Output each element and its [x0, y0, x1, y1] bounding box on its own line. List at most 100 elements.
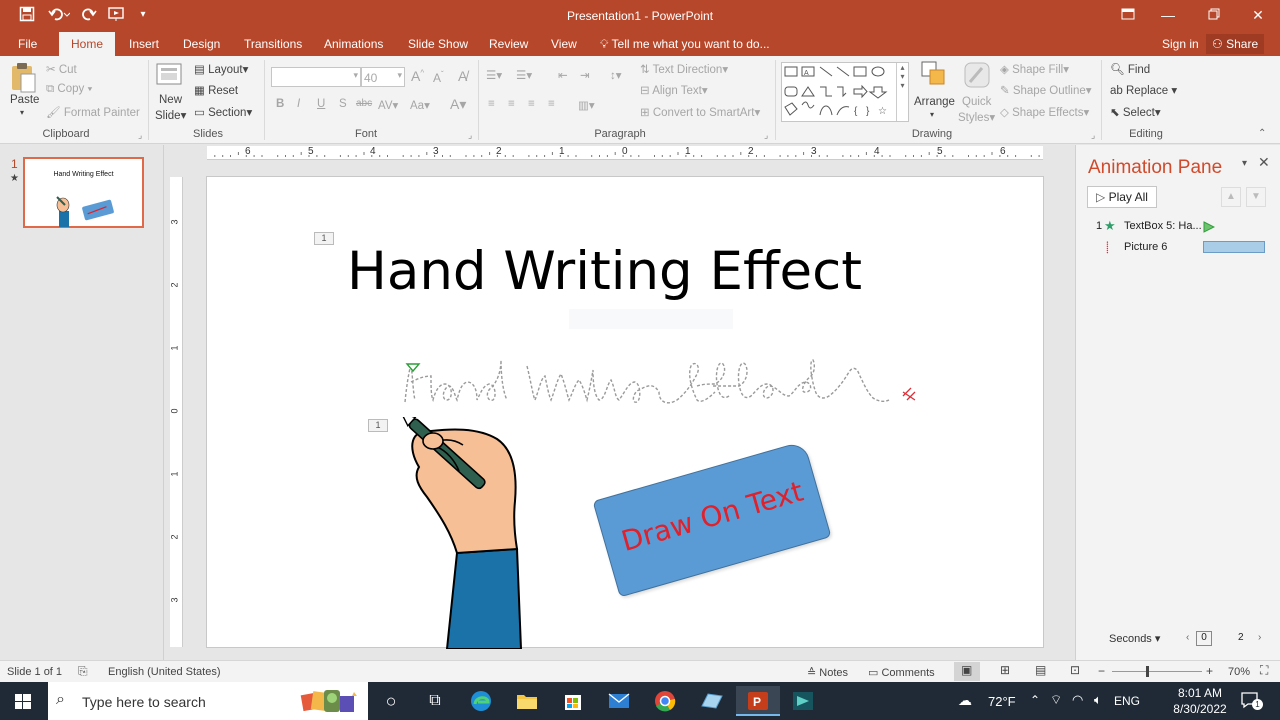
underline-button[interactable]: U	[317, 98, 325, 110]
seconds-dropdown[interactable]: Seconds ▾	[1109, 632, 1160, 645]
slide-title[interactable]: Hand Writing Effect	[347, 237, 862, 307]
section-button[interactable]: ▭ Section▾	[194, 105, 252, 119]
tab-animations[interactable]: Animations	[324, 37, 383, 51]
ribbon-display-options-icon[interactable]	[1108, 4, 1148, 26]
columns-button[interactable]: ▥▾	[578, 98, 595, 112]
mail-icon[interactable]	[604, 686, 634, 716]
slide-thumbnail[interactable]: Hand Writing Effect	[23, 157, 144, 228]
clock-time[interactable]: 8:01 AM	[1172, 686, 1228, 700]
dialog-launcher-icon[interactable]: ⌟	[1091, 130, 1095, 141]
close-icon[interactable]: ✕	[1238, 4, 1278, 26]
reset-button[interactable]: ▦ Reset	[194, 83, 238, 97]
move-up-button[interactable]: ▲	[1221, 187, 1241, 207]
quick-styles-button[interactable]: Quick Styles▾	[958, 60, 996, 124]
zoom-level[interactable]: 70%	[1228, 666, 1250, 678]
grow-font-button[interactable]: A^	[411, 68, 424, 84]
tab-transitions[interactable]: Transitions	[244, 37, 302, 51]
spell-check-icon[interactable]: ⎘	[78, 664, 88, 679]
notes-button[interactable]: ≙ Notes	[807, 666, 848, 679]
dialog-launcher-icon[interactable]: ⌟	[468, 130, 472, 141]
clock-date[interactable]: 8/30/2022	[1170, 702, 1230, 716]
maximize-icon[interactable]	[1194, 4, 1234, 26]
play-all-button[interactable]: ▷ Play All	[1087, 186, 1157, 208]
tab-insert[interactable]: Insert	[129, 37, 159, 51]
font-size-combo[interactable]: 40 ▾	[361, 67, 405, 87]
hand-with-pen-picture[interactable]	[397, 417, 532, 649]
taskbar-search-box[interactable]: ⌕ Type here to search	[48, 682, 368, 720]
network-icon[interactable]: ⌔	[1050, 692, 1062, 708]
tab-home[interactable]: Home	[59, 32, 116, 56]
tab-view[interactable]: View	[551, 37, 577, 51]
arrange-button[interactable]: Arrange ▾	[914, 60, 955, 124]
align-text-button[interactable]: ⊟ Align Text▾	[640, 83, 708, 97]
task-view-icon[interactable]: ⧉	[420, 686, 450, 716]
line-spacing-button[interactable]: ↕▾	[610, 68, 622, 82]
move-down-button[interactable]: ▼	[1246, 187, 1266, 207]
paste-button[interactable]: Paste ▾	[8, 60, 40, 120]
dialog-launcher-icon[interactable]: ⌟	[138, 130, 142, 141]
chrome-icon[interactable]	[650, 686, 680, 716]
zoom-slider-thumb[interactable]	[1146, 666, 1150, 677]
animation-order-tag[interactable]: 1	[314, 232, 334, 245]
reading-view-icon[interactable]: ▤	[1035, 663, 1046, 677]
format-painter-button[interactable]: 🖌︎ Format Painter	[46, 105, 140, 119]
slideshow-view-icon[interactable]: ⊡	[1070, 663, 1080, 677]
bold-button[interactable]: B	[276, 98, 284, 110]
align-right-icon[interactable]: ≡	[528, 98, 535, 110]
text-direction-button[interactable]: ⇅ Text Direction▾	[640, 62, 728, 76]
timing-bar[interactable]	[1203, 241, 1265, 253]
volume-icon[interactable]: 🔈︎	[1094, 692, 1102, 708]
draw-on-text-button[interactable]: Draw On Text	[592, 440, 832, 598]
shapes-gallery[interactable]: A {} ☆ ▴ ▾ ▾	[781, 62, 909, 122]
slide-sorter-icon[interactable]: ⊞	[1000, 663, 1010, 677]
microsoft-store-icon[interactable]	[558, 686, 588, 716]
align-center-icon[interactable]: ≡	[508, 98, 515, 110]
timeline-left-icon[interactable]: ‹	[1186, 632, 1189, 643]
motion-path-handwriting[interactable]	[397, 352, 927, 412]
comments-button[interactable]: ▭ Comments	[868, 666, 935, 679]
notification-center-icon[interactable]: 1	[1240, 690, 1263, 710]
zoom-out-button[interactable]: −	[1098, 664, 1105, 678]
italic-button[interactable]: I	[297, 98, 300, 110]
select-button[interactable]: ⬉ Select▾	[1110, 105, 1161, 119]
justify-icon[interactable]: ≡	[548, 98, 555, 110]
find-button[interactable]: 🔍︎ Find	[1110, 62, 1150, 76]
show-hidden-icons-icon[interactable]: ⌃	[1030, 693, 1040, 707]
language-indicator[interactable]: English (United States)	[108, 666, 221, 678]
fit-to-window-icon[interactable]: ⛶	[1260, 663, 1268, 678]
powerpoint-taskbar-button[interactable]: P	[736, 686, 780, 716]
weather-temp[interactable]: 72°F	[988, 694, 1016, 709]
copy-button[interactable]: ⧉ Copy ▾	[46, 83, 92, 96]
animation-item[interactable]: ⸽ Picture 6	[1076, 238, 1280, 258]
slide[interactable]: 1 Hand Writing Effect 1 Draw On Text	[206, 176, 1044, 649]
windows-start-icon[interactable]	[8, 686, 38, 716]
tab-slide-show[interactable]: Slide Show	[408, 37, 468, 51]
share-button[interactable]: ⚇ Share	[1206, 34, 1265, 54]
cortana-icon[interactable]: ○	[376, 686, 406, 716]
shape-fill-button[interactable]: ◈ Shape Fill▾	[1000, 62, 1069, 76]
wifi-icon[interactable]: ◠	[1072, 692, 1083, 708]
new-slide-button[interactable]: New Slide▾	[155, 60, 189, 124]
notepad-icon[interactable]	[696, 686, 726, 716]
edge-browser-icon[interactable]	[466, 686, 496, 716]
convert-smartart-button[interactable]: ⊞ Convert to SmartArt▾	[640, 105, 760, 119]
replace-button[interactable]: ab Replace ▾	[1110, 83, 1177, 97]
sign-in-link[interactable]: Sign in	[1162, 37, 1199, 51]
zoom-slider[interactable]	[1112, 666, 1202, 677]
shape-effects-button[interactable]: ◇ Shape Effects▾	[1000, 105, 1089, 119]
minimize-icon[interactable]: —	[1148, 4, 1188, 26]
strikethrough-button[interactable]: abc	[356, 98, 372, 109]
dialog-launcher-icon[interactable]: ⌟	[764, 130, 768, 141]
video-editor-icon[interactable]	[788, 686, 818, 716]
tab-file[interactable]: File	[18, 37, 37, 51]
shapes-scroll[interactable]: ▴ ▾ ▾	[896, 63, 908, 121]
shrink-font-button[interactable]: Aˇ	[433, 70, 444, 85]
font-color-button[interactable]: A▾	[450, 96, 466, 113]
decrease-indent-button[interactable]: ⇤	[558, 68, 568, 82]
zoom-in-button[interactable]: +	[1206, 664, 1213, 678]
layout-button[interactable]: ▤ Layout▾	[194, 62, 248, 76]
change-case-button[interactable]: Aa▾	[410, 98, 430, 112]
tab-review[interactable]: Review	[489, 37, 528, 51]
clear-formatting-icon[interactable]: A̸	[458, 68, 467, 84]
close-pane-icon[interactable]: ✕	[1258, 154, 1270, 171]
